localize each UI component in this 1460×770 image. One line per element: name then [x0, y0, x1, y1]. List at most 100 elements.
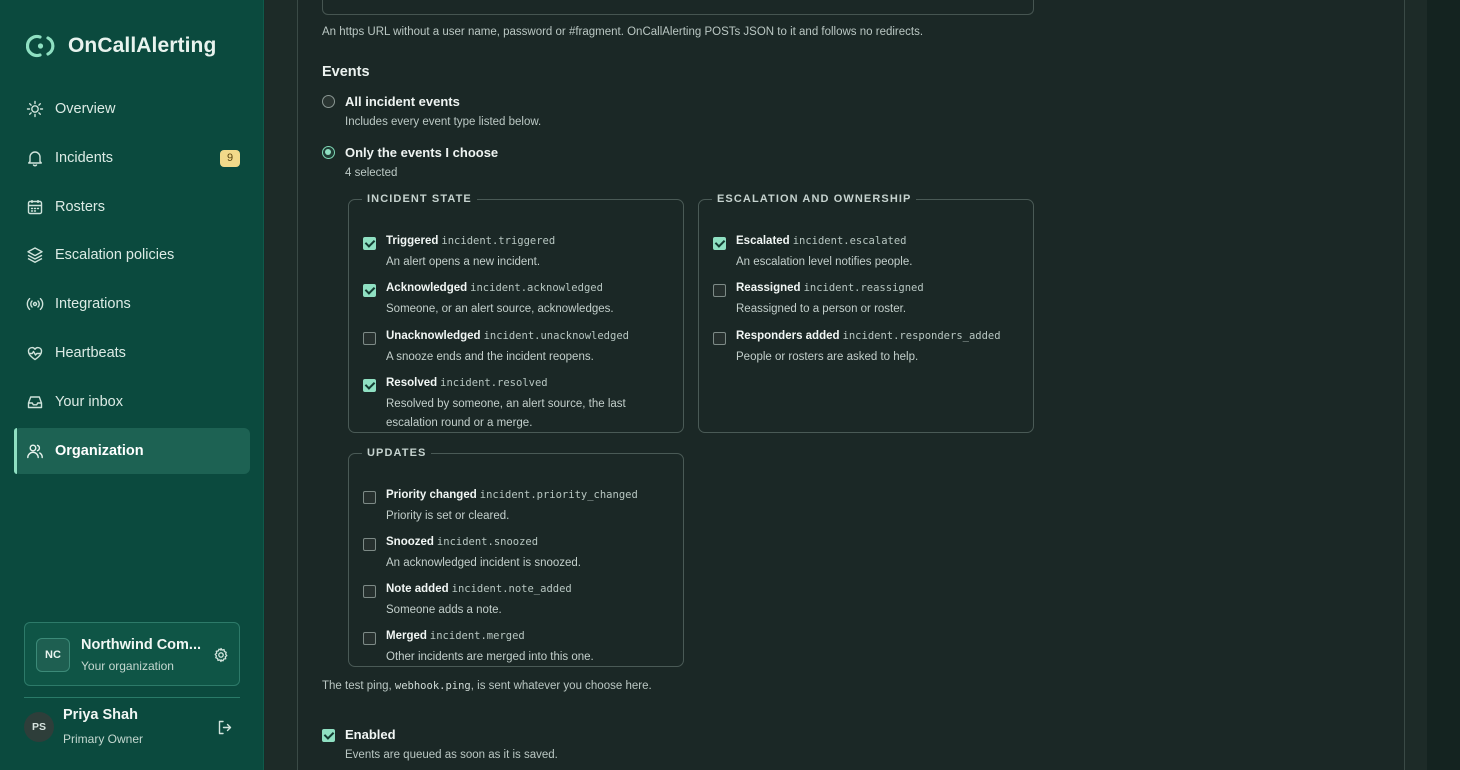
- url-hint: An https URL without a user name, passwo…: [322, 26, 924, 38]
- ping-hint: The test ping, webhook.ping, is sent wha…: [322, 680, 652, 692]
- sidebar-item-label: Rosters: [55, 198, 105, 215]
- option-description: Someone adds a note.: [386, 604, 502, 616]
- sidebar-item-label: Integrations: [55, 296, 131, 313]
- group-legend: INCIDENT STATE: [367, 193, 472, 205]
- event-code: incident.reassigned: [803, 282, 924, 294]
- option-description: Someone, or an alert source, acknowledge…: [386, 303, 614, 315]
- sidebar-item-heartbeats[interactable]: Heartbeats: [14, 330, 250, 376]
- sidebar-item-organization[interactable]: Organization: [14, 427, 250, 474]
- sidebar-item-label: Overview: [55, 101, 116, 117]
- option-name: Note added: [386, 583, 449, 595]
- escalated-checkbox[interactable]: [713, 237, 726, 250]
- sidebar-item-rosters[interactable]: Rosters: [14, 184, 250, 230]
- option-description-line: Resolved by someone, an alert source, th…: [386, 398, 626, 410]
- option-description: An alert opens a new incident.: [386, 256, 541, 268]
- brand-name: OnCallAlerting: [68, 34, 217, 57]
- option-description-line: escalation round or a merge.: [386, 417, 533, 429]
- sun-icon: [26, 100, 44, 118]
- group-legend: ESCALATION AND OWNERSHIP: [717, 193, 912, 205]
- all-events-description: Includes every event type listed below.: [345, 116, 542, 128]
- sidebar-item-label: Organization: [55, 442, 144, 459]
- option-name: Resolved: [386, 377, 438, 389]
- sidebar-item-your-inbox[interactable]: Your inbox: [14, 379, 250, 425]
- enabled-checkbox[interactable]: [322, 729, 335, 742]
- org-avatar: NC: [36, 638, 70, 672]
- all-events-radio-row[interactable]: All incident events: [322, 94, 460, 109]
- sidebar: OnCallAlerting Overview Incidents 9 Rost…: [0, 0, 264, 770]
- option-description: Other incidents are merged into this one…: [386, 651, 594, 663]
- url-input[interactable]: [322, 0, 1034, 15]
- gear-icon[interactable]: [213, 647, 229, 663]
- sidebar-item-label: Your inbox: [55, 393, 123, 410]
- user-profile[interactable]: PS Priya Shah Primary Owner: [24, 697, 240, 757]
- option-description: Resolved by someone, an alert source, th…: [386, 395, 626, 433]
- sidebar-item-label: Heartbeats: [55, 344, 126, 361]
- all-events-radio[interactable]: [322, 95, 335, 108]
- brand[interactable]: OnCallAlerting: [26, 33, 216, 59]
- option-description: Reassigned to a person or roster.: [736, 303, 907, 315]
- sidebar-item-escalation-policies[interactable]: Escalation policies: [14, 232, 250, 278]
- all-events-label: All incident events: [345, 94, 460, 109]
- ping-hint-after: , is sent whatever you choose here.: [470, 680, 652, 692]
- calendar-icon: [26, 198, 44, 216]
- option-description: Priority is set or cleared.: [386, 510, 510, 522]
- org-subtitle: Your organization: [81, 659, 174, 673]
- responders-added-checkbox[interactable]: [713, 332, 726, 345]
- logout-icon[interactable]: [216, 719, 233, 736]
- enabled-label: Enabled: [345, 727, 396, 742]
- enabled-description: Events are queued as soon as it is saved…: [345, 749, 558, 761]
- triggered-checkbox[interactable]: [363, 237, 376, 250]
- user-name: Priya Shah: [63, 707, 138, 723]
- event-code: incident.acknowledged: [470, 282, 603, 294]
- snoozed-checkbox[interactable]: [363, 538, 376, 551]
- bell-icon: [26, 149, 44, 167]
- sidebar-nav: Overview Incidents 9 Rosters Escalation …: [14, 86, 250, 476]
- event-code: incident.merged: [429, 630, 525, 642]
- incidents-count-badge: 9: [220, 149, 240, 167]
- sidebar-item-integrations[interactable]: Integrations: [14, 281, 250, 327]
- user-role: Primary Owner: [63, 732, 144, 746]
- option-description: A snooze ends and the incident reopens.: [386, 351, 594, 363]
- choose-events-radio-row[interactable]: Only the events I choose: [322, 145, 498, 160]
- event-code: incident.note_added: [451, 583, 572, 595]
- inbox-icon: [26, 393, 44, 411]
- option-name: Responders added: [736, 330, 840, 342]
- choose-events-radio[interactable]: [322, 146, 335, 159]
- event-code: incident.priority_changed: [479, 489, 638, 501]
- event-code: incident.resolved: [440, 377, 548, 389]
- logo-icon: [26, 34, 55, 58]
- group-legend: UPDATES: [367, 447, 427, 459]
- sidebar-item-label: Incidents: [55, 149, 114, 166]
- sidebar-item-overview[interactable]: Overview: [14, 86, 250, 132]
- heart-pulse-icon: [26, 344, 44, 362]
- option-name: Triggered: [386, 235, 439, 247]
- option-description: An acknowledged incident is snoozed.: [386, 557, 581, 569]
- event-code: incident.escalated: [792, 235, 907, 247]
- broadcast-icon: [26, 295, 44, 313]
- option-description: People or rosters are asked to help.: [736, 351, 919, 363]
- option-description: An escalation level notifies people.: [736, 256, 913, 268]
- incident-state-group: INCIDENT STATE Triggered incident.trigger…: [348, 193, 684, 433]
- avatar: PS: [24, 712, 54, 742]
- option-name: Merged: [386, 630, 427, 642]
- acknowledged-checkbox[interactable]: [363, 284, 376, 297]
- priority-changed-checkbox[interactable]: [363, 491, 376, 504]
- note-added-checkbox[interactable]: [363, 585, 376, 598]
- option-name: Unacknowledged: [386, 330, 481, 342]
- sidebar-item-label: Escalation policies: [55, 247, 175, 264]
- ping-hint-before: The test ping,: [322, 680, 392, 692]
- merged-checkbox[interactable]: [363, 632, 376, 645]
- resolved-checkbox[interactable]: [363, 379, 376, 392]
- reassigned-checkbox[interactable]: [713, 284, 726, 297]
- option-name: Reassigned: [736, 282, 801, 294]
- events-heading: Events: [322, 64, 370, 80]
- option-name: Acknowledged: [386, 282, 468, 294]
- updates-group: UPDATES Priority changed incident.priorit…: [348, 447, 684, 667]
- unacknowledged-checkbox[interactable]: [363, 332, 376, 345]
- event-code: incident.unacknowledged: [483, 330, 629, 342]
- organization-card[interactable]: NC Northwind Com... Your organization: [24, 622, 240, 686]
- ping-event-code: webhook.ping: [394, 680, 471, 692]
- event-code: incident.snoozed: [436, 536, 539, 548]
- sidebar-item-incidents[interactable]: Incidents 9: [14, 135, 250, 181]
- selected-count: 4 selected: [345, 167, 398, 179]
